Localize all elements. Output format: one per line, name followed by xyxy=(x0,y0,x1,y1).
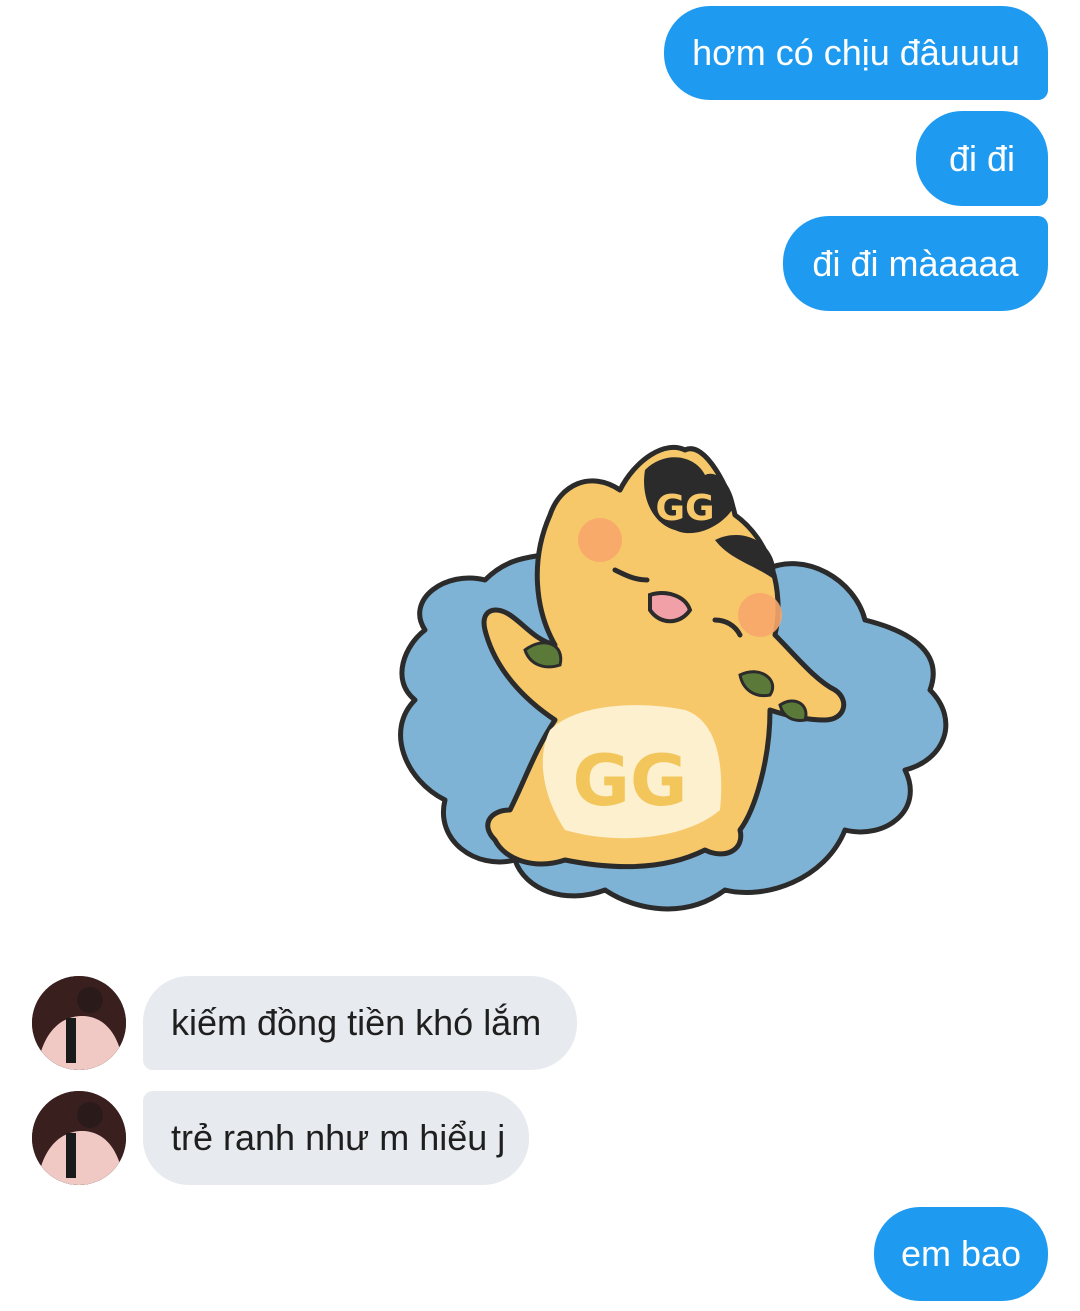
message-text: đi đi màaaaa xyxy=(812,242,1019,284)
avatar-photo xyxy=(32,1091,126,1185)
message-text: em bao xyxy=(900,1233,1022,1274)
message-text: hơm có chịu đâuuuu xyxy=(692,32,1020,73)
outgoing-message-bubble[interactable]: em bao xyxy=(874,1207,1048,1301)
cat-cheek xyxy=(578,518,622,562)
incoming-message-bubble[interactable]: kiếm đồng tiền khó lắm xyxy=(143,976,577,1070)
svg-text:GG: GG xyxy=(655,488,714,529)
outgoing-message-bubble[interactable]: hơm có chịu đâuuuu xyxy=(664,6,1048,100)
cat-lying-in-puddle-sticker[interactable]: GG GG xyxy=(385,430,965,930)
incoming-message-bubble[interactable]: trẻ ranh như m hiểu j xyxy=(143,1091,529,1185)
outgoing-message-bubble[interactable]: đi đi màaaaa xyxy=(783,216,1048,311)
contact-avatar[interactable] xyxy=(32,1091,126,1185)
contact-avatar[interactable] xyxy=(32,976,126,1070)
svg-text:GG: GG xyxy=(573,740,688,822)
chat-thread: hơm có chịu đâuuuu đi đi đi đi màaaaa GG… xyxy=(0,0,1080,1311)
message-text: kiếm đồng tiền khó lắm xyxy=(171,1002,542,1043)
avatar-photo xyxy=(32,976,126,1070)
message-text: trẻ ranh như m hiểu j xyxy=(171,1117,506,1158)
message-text: đi đi xyxy=(948,137,1016,179)
cat-cheek xyxy=(738,593,782,637)
outgoing-message-bubble[interactable]: đi đi xyxy=(916,111,1048,206)
